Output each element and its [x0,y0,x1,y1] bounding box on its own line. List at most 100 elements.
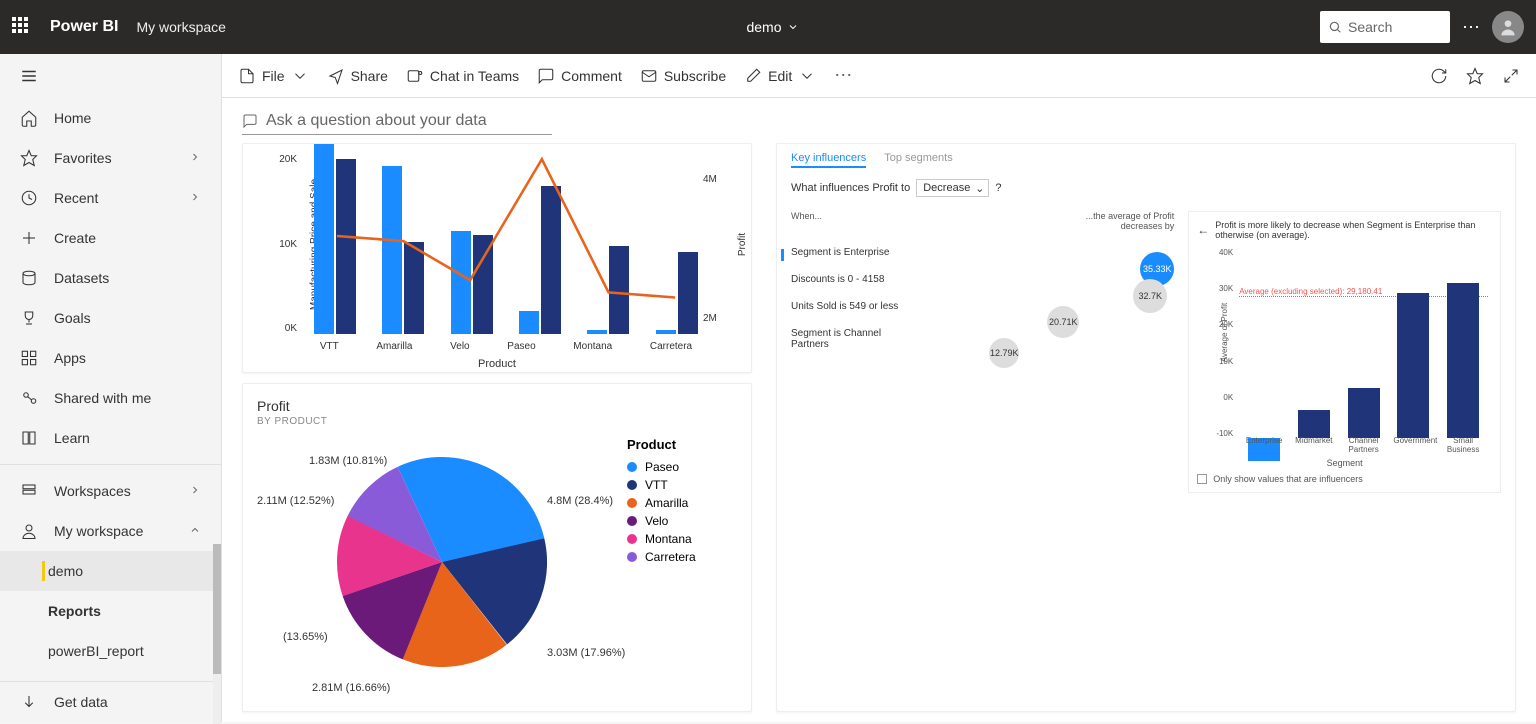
nav-learn[interactable]: Learn [0,418,221,458]
pie-chart-card[interactable]: Profit BY PRODUCT [242,383,752,712]
chevron-down-icon [291,67,309,85]
file-menu[interactable]: File [238,67,309,85]
nav-my-workspace-label: My workspace [54,523,143,539]
pie-label-carretera: 1.83M (10.81%) [309,455,387,467]
nav-create[interactable]: Create [0,218,221,258]
chat-teams-button[interactable]: Chat in Teams [406,67,519,85]
legend-paseo[interactable]: Paseo [627,460,696,474]
nav-goals-label: Goals [54,310,91,326]
refresh-button[interactable] [1430,67,1448,85]
ki-detail-panel: ← Profit is more likely to decrease when… [1188,211,1501,493]
search-input[interactable] [1348,19,1438,35]
star-icon [20,149,38,167]
nav-recent[interactable]: Recent [0,178,221,218]
qa-placeholder: Ask a question about your data [266,112,487,130]
share-button[interactable]: Share [327,67,388,85]
ki-row-enterprise[interactable]: Segment is Enterprise 35.33K [791,247,1174,258]
pie-title: Profit [257,398,737,414]
nav-datasets[interactable]: Datasets [0,258,221,298]
key-influencers-card[interactable]: Key influencers Top segments What influe… [776,143,1516,712]
combo-y-left-title: Manufacturing Price and Sale [249,154,263,334]
pie-label-amarilla: 2.81M (16.66%) [312,682,390,694]
nav-datasets-label: Datasets [54,270,109,286]
pie-label-montana: 2.11M (12.52%) [257,495,334,507]
search-box[interactable] [1320,11,1450,43]
back-arrow-icon[interactable]: ← [1197,223,1209,237]
app-launcher-icon[interactable] [12,17,32,37]
book-icon [20,429,38,447]
more-options-icon[interactable]: ⋯ [1462,17,1480,38]
user-avatar[interactable] [1492,11,1524,43]
nav-scrollbar-track[interactable] [213,544,221,724]
favorite-button[interactable] [1466,67,1484,85]
nav-my-workspace[interactable]: My workspace [0,511,221,551]
legend-carretera[interactable]: Carretera [627,550,696,564]
breadcrumb-workspace[interactable]: My workspace [136,19,225,35]
nav-home[interactable]: Home [0,98,221,138]
nav-create-label: Create [54,230,96,246]
nav-scrollbar-thumb[interactable] [213,544,221,674]
nav-workspaces[interactable]: Workspaces [0,471,221,511]
combo-y-right-title: Profit [731,154,745,334]
nav-apps[interactable]: Apps [0,338,221,378]
combo-chart-card[interactable]: Manufacturing Price and Sale Profit 20K1… [242,143,752,373]
ki-y-ticks: 40K30K20K10K0K-10K [1211,248,1233,438]
share-icon [20,389,38,407]
chevron-up-icon [189,523,201,539]
toolbar-more[interactable]: ⋯ [834,65,852,86]
top-bar: Power BI My workspace demo ⋯ [0,0,1536,54]
chevron-right-icon [189,483,201,499]
combo-plot [301,154,711,334]
plus-icon [20,229,38,247]
nav-shared[interactable]: Shared with me [0,378,221,418]
nav-home-label: Home [54,110,91,126]
workspaces-icon [20,482,38,500]
qa-bar: Ask a question about your data [222,98,1536,143]
legend-vtt[interactable]: VTT [627,478,696,492]
ki-row-channel-partners[interactable]: Segment is Channel Partners 12.79K [791,328,1174,350]
combo-y-left-ticks: 20K10K0K [273,154,297,334]
nav-apps-label: Apps [54,350,86,366]
pie-label-paseo: 4.8M (28.4%) [547,495,613,507]
nav-workspaces-label: Workspaces [54,483,131,499]
pie-label-vtt: 3.03M (17.96%) [547,647,625,659]
ki-select[interactable]: Decrease⌄ [916,179,989,197]
apps-icon [20,349,38,367]
nav-sub-demo[interactable]: demo [0,551,221,591]
combo-line [301,154,711,349]
chevron-down-icon[interactable] [787,21,799,33]
nav-sub-powerbi-report[interactable]: powerBI_report [0,631,221,671]
side-nav: Home Favorites Recent Create Datasets Go… [0,54,222,722]
nav-get-data-label: Get data [54,694,108,710]
legend-velo[interactable]: Velo [627,514,696,528]
trophy-icon [20,309,38,327]
chevron-right-icon [189,150,201,166]
nav-favorites[interactable]: Favorites [0,138,221,178]
nav-collapse-toggle[interactable] [0,54,221,98]
nav-shared-label: Shared with me [54,390,151,406]
subscribe-button[interactable]: Subscribe [640,67,726,85]
combo-x-labels: VTTAmarillaVelo PaseoMontanaCarretera [301,341,711,352]
document-title[interactable]: demo [746,19,781,35]
legend-amarilla[interactable]: Amarilla [627,496,696,510]
database-icon [20,269,38,287]
comment-button[interactable]: Comment [537,67,622,85]
edit-button[interactable]: Edit [744,67,816,85]
ki-only-influencers-checkbox[interactable]: Only show values that are influencers [1197,474,1492,484]
get-data-icon [20,693,38,711]
brand-label: Power BI [50,18,118,36]
fullscreen-button[interactable] [1502,67,1520,85]
ki-tab-segments[interactable]: Top segments [884,152,952,168]
chevron-right-icon [189,190,201,206]
search-icon [1328,20,1342,34]
pie-label-velo: (13.65%) [283,631,328,643]
legend-montana[interactable]: Montana [627,532,696,546]
nav-get-data[interactable]: Get data [0,682,221,722]
ki-tab-influencers[interactable]: Key influencers [791,152,866,168]
nav-sub-reports[interactable]: Reports [0,591,221,631]
nav-goals[interactable]: Goals [0,298,221,338]
ki-row-units-sold[interactable]: Units Sold is 549 or less 20.71K [791,301,1174,312]
qa-input[interactable]: Ask a question about your data [242,112,552,135]
ki-row-discounts[interactable]: Discounts is 0 - 4158 32.7K [791,274,1174,285]
clock-icon [20,189,38,207]
